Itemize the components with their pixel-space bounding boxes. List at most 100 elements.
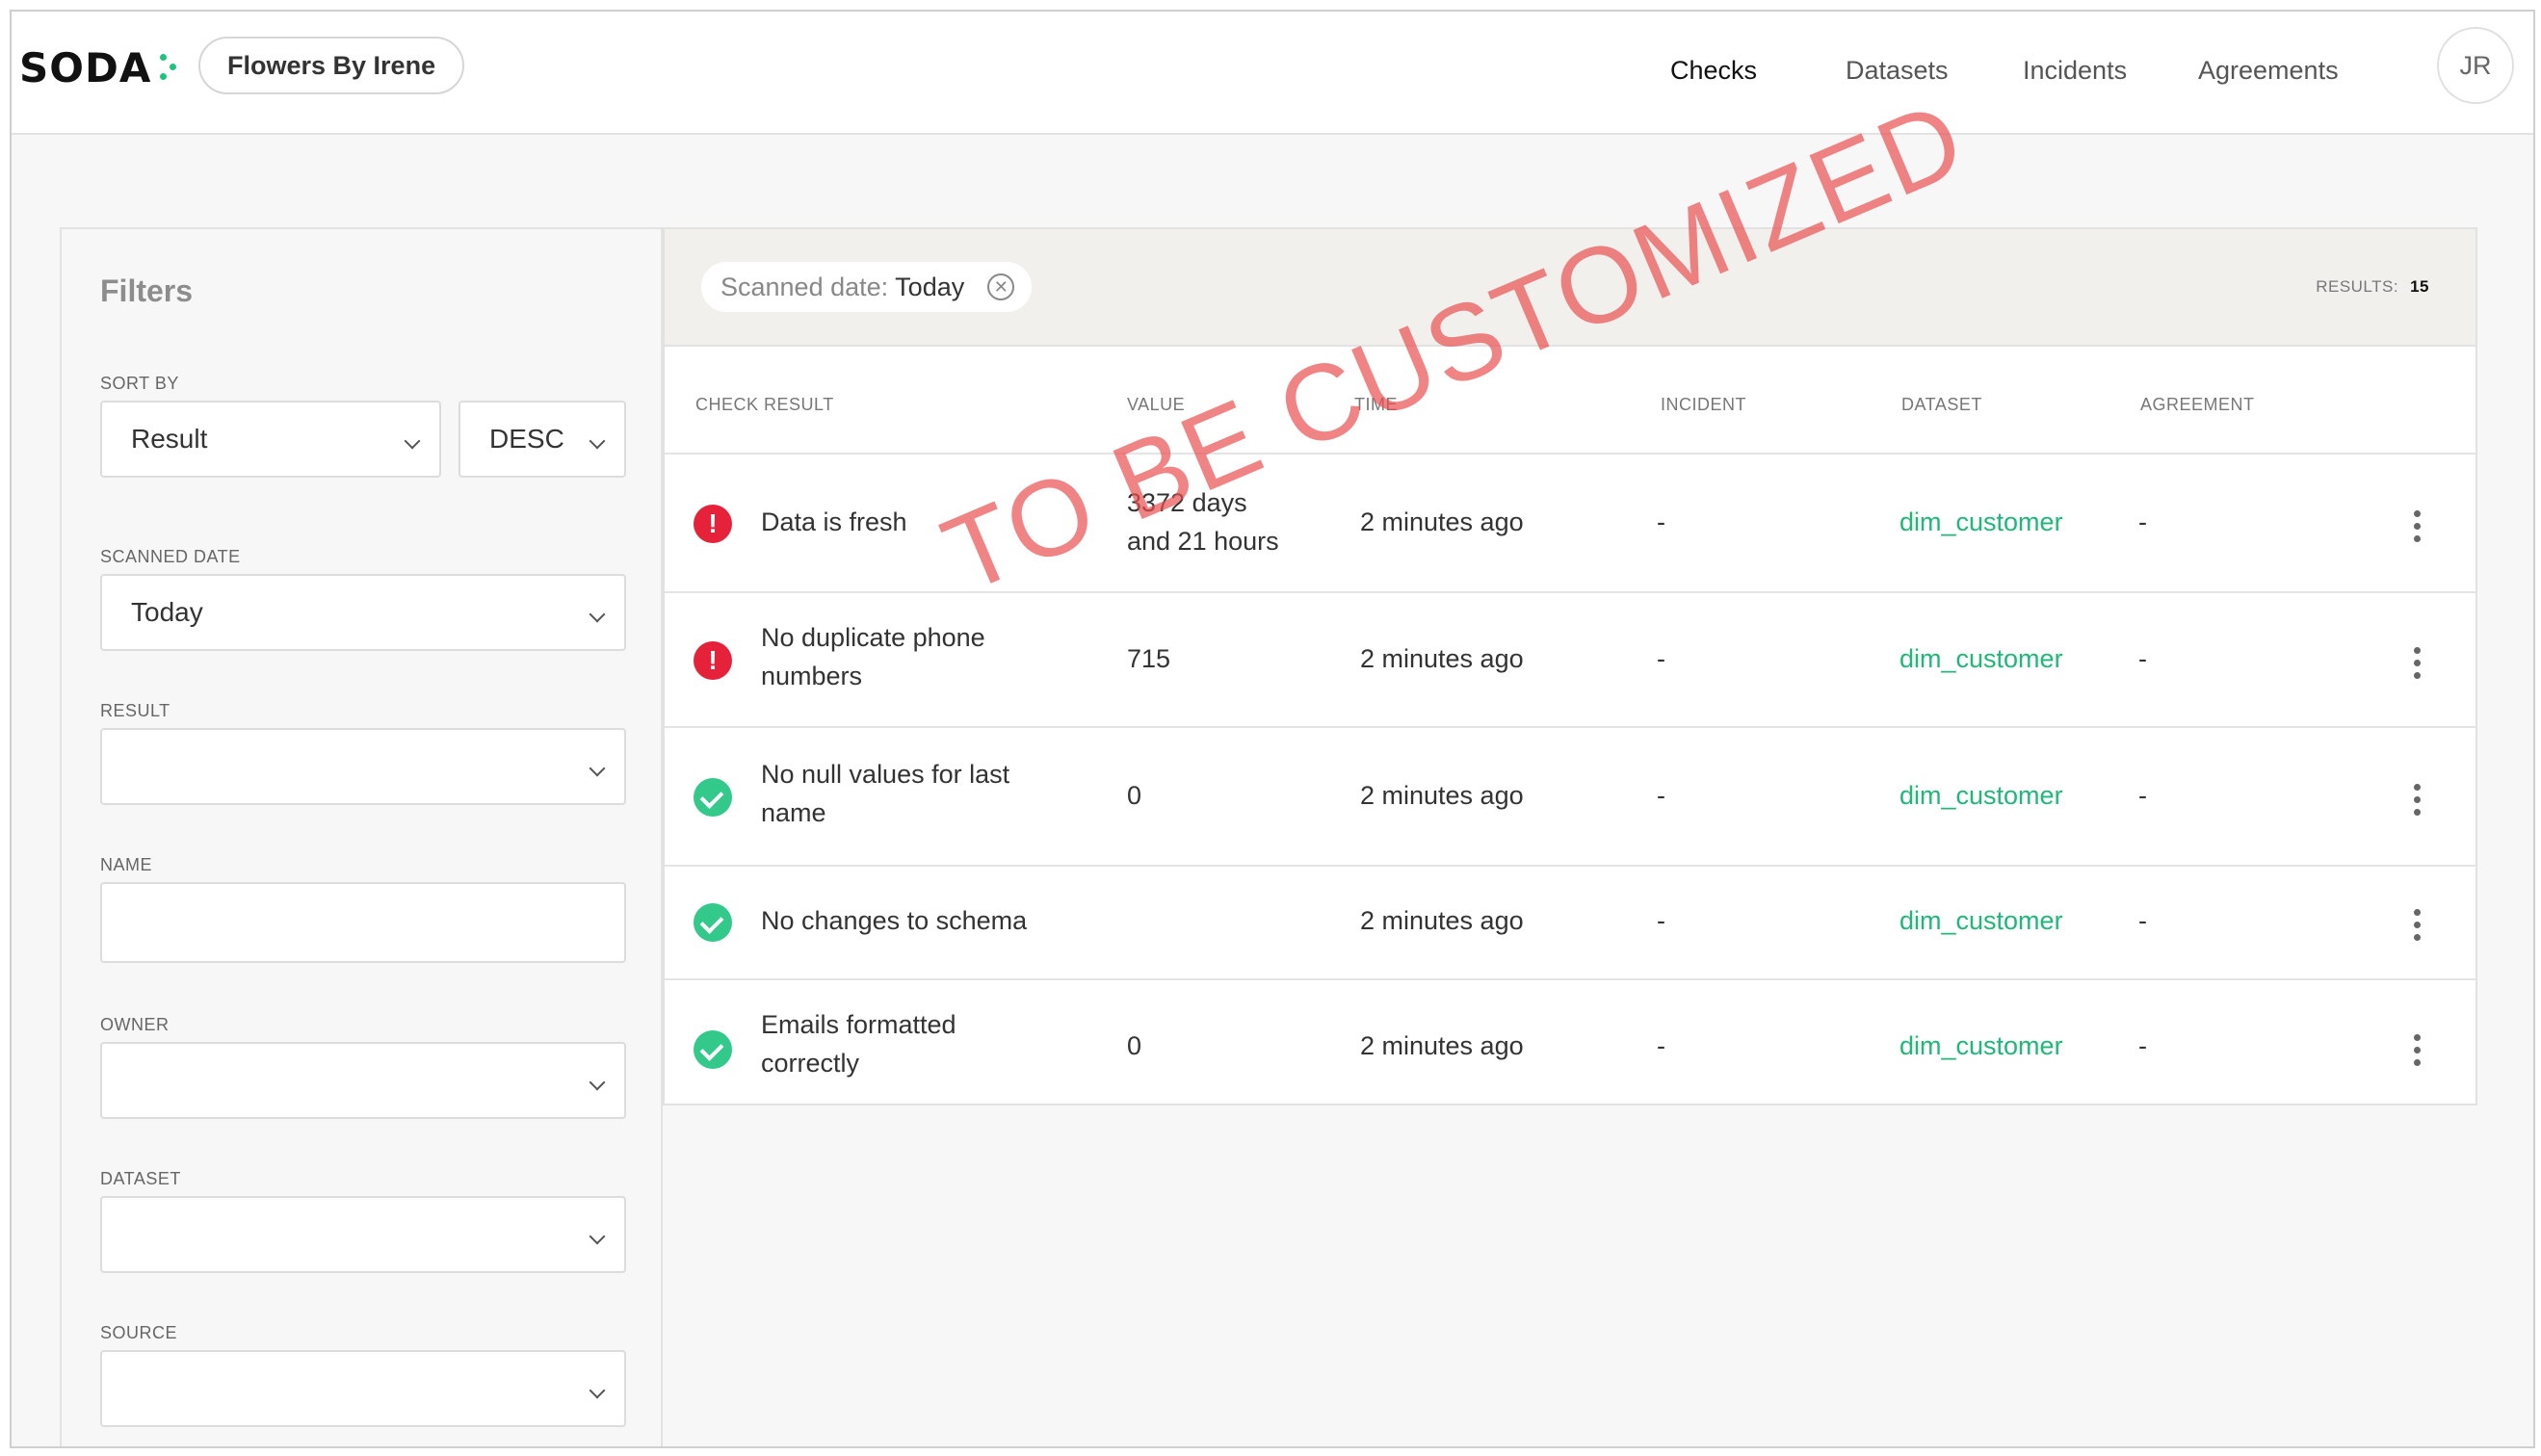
sort-by-label: SORT BY: [100, 374, 179, 393]
incident-value: -: [1657, 507, 1665, 536]
organization-switcher[interactable]: Flowers By Irene: [198, 37, 465, 94]
table-row[interactable]: No changes to schema 2 minutes ago - dim…: [665, 865, 2476, 978]
check-value-line: 715: [1127, 644, 1171, 673]
chip-value: Today: [895, 273, 965, 301]
column-header-dataset[interactable]: DATASET: [1901, 395, 1982, 415]
sort-order-select[interactable]: DESC: [458, 401, 626, 478]
logo-text: SODA: [19, 44, 152, 91]
check-name-line: numbers: [761, 662, 863, 690]
active-filters-bar: Scanned date: Today ✕ RESULTS: 15: [665, 229, 2476, 347]
column-header-time[interactable]: TIME: [1354, 395, 1398, 415]
nav-datasets[interactable]: Datasets: [1846, 56, 1949, 86]
dataset-label: DATASET: [100, 1169, 181, 1188]
check-time: 2 minutes ago: [1360, 781, 1524, 810]
incident-value: -: [1657, 906, 1665, 935]
check-time: 2 minutes ago: [1360, 644, 1524, 673]
more-options-icon[interactable]: [2414, 1034, 2422, 1067]
more-options-icon[interactable]: [2414, 909, 2422, 942]
check-name[interactable]: No changes to schema: [761, 901, 1027, 940]
agreement-value: -: [2138, 906, 2147, 935]
logo-dots-icon: [160, 54, 179, 89]
column-header-incident[interactable]: INCIDENT: [1661, 395, 1746, 415]
table-row[interactable]: ! Data is fresh 3372 days and 21 hours 2…: [665, 453, 2476, 591]
incident-value: -: [1657, 644, 1665, 673]
check-value-line: 0: [1127, 781, 1142, 810]
check-name-line: name: [761, 798, 826, 827]
incident-value: -: [1657, 781, 1665, 810]
result-label: RESULT: [100, 701, 170, 720]
dataset-link[interactable]: dim_customer: [1899, 639, 2063, 678]
table-row[interactable]: ! No duplicate phone numbers 715 2 minut…: [665, 591, 2476, 726]
check-name[interactable]: No duplicate phone numbers: [761, 618, 985, 695]
table-row[interactable]: No null values for last name 0 2 minutes…: [665, 726, 2476, 865]
more-options-icon[interactable]: [2414, 784, 2422, 817]
nav-checks[interactable]: Checks: [1670, 56, 1757, 86]
check-time: 2 minutes ago: [1360, 1031, 1524, 1060]
check-name-line: correctly: [761, 1049, 860, 1078]
soda-logo[interactable]: SODA: [19, 44, 176, 91]
scanned-date-value: Today: [131, 597, 203, 627]
source-select[interactable]: [100, 1350, 626, 1427]
column-header-check-result[interactable]: CHECK RESULT: [695, 395, 834, 415]
nav-agreements[interactable]: Agreements: [2198, 56, 2339, 86]
top-navigation-bar: SODA Flowers By Irene Checks Datasets In…: [12, 12, 2533, 135]
more-options-icon[interactable]: [2414, 647, 2422, 680]
results-count-label: RESULTS:: [2316, 277, 2399, 296]
scanned-date-label: SCANNED DATE: [100, 547, 241, 566]
chevron-down-icon: [589, 432, 606, 450]
check-name[interactable]: No null values for last name: [761, 755, 1009, 832]
owner-select[interactable]: [100, 1042, 626, 1119]
app-window: SODA Flowers By Irene Checks Datasets In…: [10, 10, 2535, 1448]
fail-status-icon: !: [694, 505, 732, 543]
check-value: 3372 days and 21 hours: [1127, 483, 1279, 560]
close-circle-icon[interactable]: ✕: [987, 273, 1015, 300]
user-avatar[interactable]: JR: [2437, 27, 2514, 104]
filter-chip-scanned-date[interactable]: Scanned date: Today ✕: [701, 262, 1033, 312]
fail-status-icon: !: [694, 641, 732, 680]
check-value-line: and 21 hours: [1127, 527, 1279, 556]
sort-order-value: DESC: [489, 424, 564, 454]
name-label: NAME: [100, 855, 153, 874]
more-options-icon[interactable]: [2414, 510, 2422, 543]
results-count: RESULTS: 15: [2316, 277, 2429, 297]
chevron-down-icon: [589, 1228, 606, 1245]
filters-title: Filters: [100, 273, 194, 308]
check-value-line: 0: [1127, 1031, 1142, 1060]
source-label: SOURCE: [100, 1323, 178, 1342]
column-header-value[interactable]: VALUE: [1127, 395, 1185, 415]
dataset-link[interactable]: dim_customer: [1899, 503, 2063, 541]
incident-value: -: [1657, 1031, 1665, 1060]
dataset-link[interactable]: dim_customer: [1899, 776, 2063, 815]
chevron-down-icon: [589, 760, 606, 777]
sort-field-value: Result: [131, 424, 208, 454]
filters-panel: Filters SORT BY Result DESC SCANNED DATE…: [60, 227, 663, 1446]
dataset-link[interactable]: dim_customer: [1899, 1027, 2063, 1065]
check-time: 2 minutes ago: [1360, 906, 1524, 935]
check-name-line: Data is fresh: [761, 507, 907, 536]
check-name[interactable]: Emails formatted correctly: [761, 1005, 956, 1082]
check-name-line: Emails formatted: [761, 1010, 956, 1039]
scanned-date-select[interactable]: Today: [100, 574, 626, 651]
results-count-value: 15: [2410, 277, 2429, 296]
chevron-down-icon: [589, 1382, 606, 1399]
check-value: 715: [1127, 639, 1170, 678]
result-select[interactable]: [100, 728, 626, 805]
pass-status-icon: [694, 778, 732, 817]
table-row[interactable]: Emails formatted correctly 0 2 minutes a…: [665, 978, 2476, 1105]
check-value: 0: [1127, 1027, 1141, 1065]
dataset-select[interactable]: [100, 1196, 626, 1273]
check-name[interactable]: Data is fresh: [761, 503, 907, 541]
check-results-panel: Scanned date: Today ✕ RESULTS: 15 CHECK R…: [663, 227, 2477, 1105]
check-name-line: No changes to schema: [761, 906, 1028, 935]
check-value: 0: [1127, 776, 1141, 815]
column-header-agreement[interactable]: AGREEMENT: [2140, 395, 2255, 415]
nav-incidents[interactable]: Incidents: [2023, 56, 2127, 86]
sort-field-select[interactable]: Result: [100, 401, 441, 478]
chip-key: Scanned date:: [720, 273, 889, 301]
agreement-value: -: [2138, 507, 2147, 536]
check-name-line: No duplicate phone: [761, 623, 985, 652]
chevron-down-icon: [589, 1074, 606, 1091]
name-input[interactable]: [100, 882, 626, 963]
check-value-line: 3372 days: [1127, 488, 1247, 517]
dataset-link[interactable]: dim_customer: [1899, 901, 2063, 940]
